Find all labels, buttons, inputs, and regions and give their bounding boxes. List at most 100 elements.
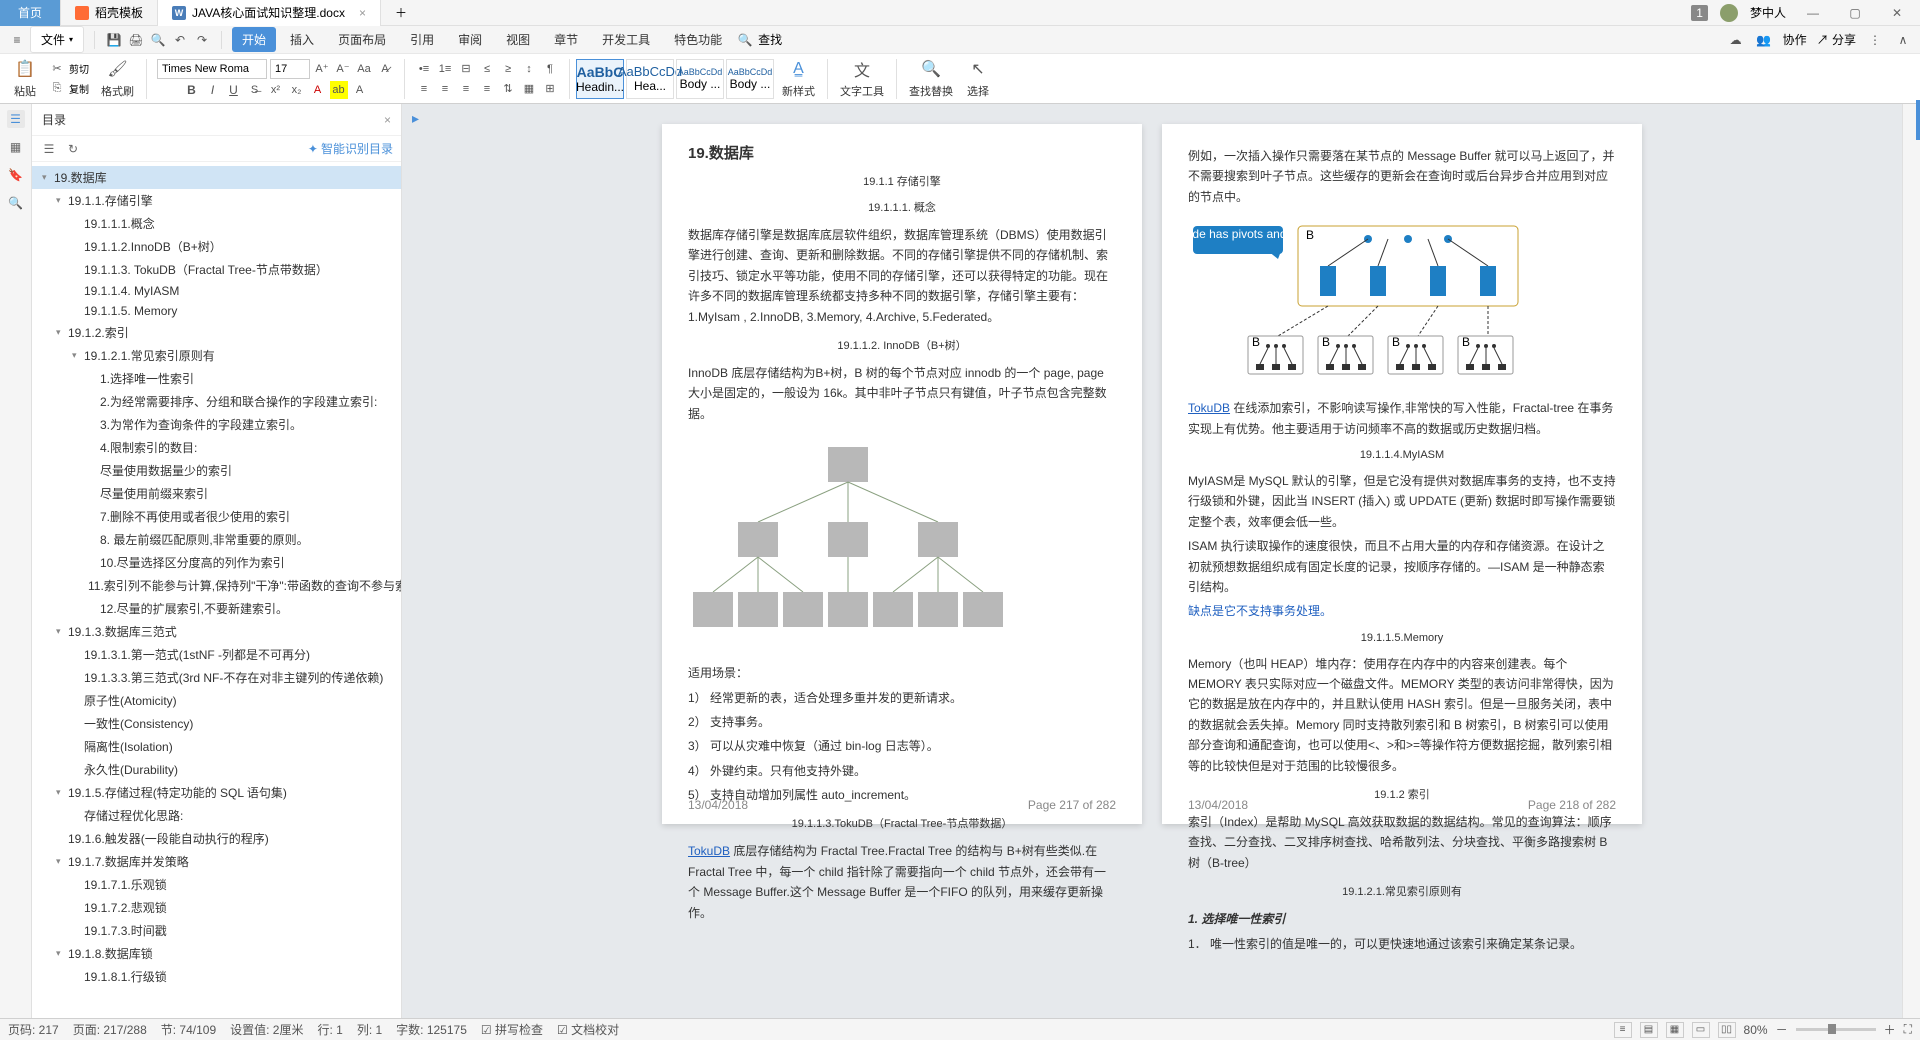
minimize-icon[interactable]: — <box>1798 3 1828 23</box>
toc-item[interactable]: 19.1.7.3.时间戳 <box>32 919 401 942</box>
tab-review[interactable]: 审阅 <box>448 27 492 52</box>
toc-item[interactable]: ▾19.1.8.数据库锁 <box>32 942 401 965</box>
toc-item[interactable]: 1.选择唯一性索引 <box>32 367 401 390</box>
tab-view[interactable]: 视图 <box>496 27 540 52</box>
view-twopages-icon[interactable]: ▯▯ <box>1718 1022 1736 1038</box>
smart-toc-button[interactable]: ✦ 智能识别目录 <box>308 140 393 157</box>
proof-button[interactable]: ☑ 文档校对 <box>557 1021 619 1038</box>
zoom-icon[interactable]: 🔍 <box>7 194 25 212</box>
file-menu[interactable]: 文件▾ <box>30 26 84 53</box>
tab-reference[interactable]: 引用 <box>400 27 444 52</box>
align-center-icon[interactable]: ≡ <box>436 80 454 98</box>
toc-item[interactable]: ▾19.1.5.存储过程(特定功能的 SQL 语句集) <box>32 781 401 804</box>
outline-icon[interactable]: ☰ <box>7 110 25 128</box>
select-button[interactable]: ↖选择 <box>961 57 995 101</box>
expand-icon[interactable]: ∧ <box>1894 31 1912 49</box>
find-replace-button[interactable]: 🔍查找替换 <box>903 57 959 101</box>
collab-label[interactable]: 协作 <box>1783 31 1807 48</box>
align-left-icon[interactable]: ≡ <box>415 80 433 98</box>
zoom-in-icon[interactable]: ＋ <box>1884 1021 1896 1038</box>
style-heading[interactable]: AaBbCHeadin... <box>576 59 624 99</box>
bold-icon[interactable]: B <box>183 81 201 99</box>
thumbnails-icon[interactable]: ▦ <box>7 138 25 156</box>
view-outline-icon[interactable]: ▤ <box>1640 1022 1658 1038</box>
char-shading-icon[interactable]: A <box>351 81 369 99</box>
collab-icon[interactable]: 👥 <box>1755 31 1773 49</box>
toc-item[interactable]: 19.1.1.1.概念 <box>32 212 401 235</box>
toc-item[interactable]: 3.为常作为查询条件的字段建立索引。 <box>32 413 401 436</box>
strike-icon[interactable]: S̶ <box>246 81 264 99</box>
superscript-icon[interactable]: x² <box>267 81 285 99</box>
toc-item[interactable]: 11.索引列不能参与计算,保持列"干净":带函数的查询不参与索... <box>32 574 401 597</box>
paste-button[interactable]: 📋粘贴 <box>8 57 42 101</box>
style-body2[interactable]: AaBbCcDdBody ... <box>726 59 774 99</box>
toc-close-icon[interactable]: × <box>384 113 391 127</box>
clear-format-icon[interactable]: A̷ <box>376 60 394 78</box>
zoom-slider[interactable] <box>1796 1028 1876 1031</box>
numbering-icon[interactable]: 1≡ <box>436 60 454 78</box>
borders-icon[interactable]: ⊞ <box>541 80 559 98</box>
redo-icon[interactable]: ↷ <box>193 31 211 49</box>
toc-item[interactable]: 19.1.7.2.悲观锁 <box>32 896 401 919</box>
toc-item[interactable]: ▾19.数据库 <box>32 166 401 189</box>
font-color-icon[interactable]: A <box>309 81 327 99</box>
toc-item[interactable]: 19.1.7.1.乐观锁 <box>32 873 401 896</box>
toc-item[interactable]: 永久性(Durability) <box>32 758 401 781</box>
document-area[interactable]: ▸ 19.数据库 19.1.1 存储引擎 19.1.1.1. 概念 数据库存储引… <box>402 104 1902 1018</box>
view-print-icon[interactable]: ≡ <box>1614 1022 1632 1038</box>
toc-item[interactable]: 4.限制索引的数目: <box>32 436 401 459</box>
font-name-input[interactable] <box>157 59 267 79</box>
toc-item[interactable]: ▾19.1.2.1.常见索引原则有 <box>32 344 401 367</box>
format-painter-button[interactable]: 🖌格式刷 <box>95 57 140 101</box>
search-icon[interactable]: 🔍 <box>736 31 754 49</box>
toc-item[interactable]: 19.1.3.1.第一范式(1stNF -列都是不可再分) <box>32 643 401 666</box>
hamburger-icon[interactable]: ≡ <box>8 31 26 49</box>
toc-item[interactable]: 尽量使用数据量少的索引 <box>32 459 401 482</box>
tab-section[interactable]: 章节 <box>544 27 588 52</box>
toc-item[interactable]: 19.1.6.触发器(一段能自动执行的程序) <box>32 827 401 850</box>
subscript-icon[interactable]: x₂ <box>288 81 306 99</box>
toc-item[interactable]: 隔离性(Isolation) <box>32 735 401 758</box>
view-read-icon[interactable]: ▭ <box>1692 1022 1710 1038</box>
bullets-icon[interactable]: •≡ <box>415 60 433 78</box>
toc-item[interactable]: ▾19.1.1.存储引擎 <box>32 189 401 212</box>
tab-home[interactable]: 首页 <box>0 0 61 26</box>
toc-item[interactable]: 7.删除不再使用或者很少使用的索引 <box>32 505 401 528</box>
cloud-icon[interactable]: ☁ <box>1727 31 1745 49</box>
spell-check-button[interactable]: ☑ 拼写检查 <box>481 1021 543 1038</box>
highlight-icon[interactable]: ab <box>330 81 348 99</box>
close-window-icon[interactable]: ✕ <box>1882 3 1912 23</box>
cut-button[interactable]: ✂ <box>48 60 66 78</box>
italic-icon[interactable]: I <box>204 81 222 99</box>
font-size-input[interactable] <box>270 59 310 79</box>
decrease-indent-icon[interactable]: ≤ <box>478 60 496 78</box>
change-case-icon[interactable]: Aa <box>355 60 373 78</box>
save-icon[interactable]: 💾 <box>105 31 123 49</box>
justify-icon[interactable]: ≡ <box>478 80 496 98</box>
toc-refresh-icon[interactable]: ↻ <box>64 140 82 158</box>
more-icon[interactable]: ⋮ <box>1866 31 1884 49</box>
text-tool-button[interactable]: 文文字工具 <box>834 57 890 101</box>
toc-item[interactable]: ▾19.1.2.索引 <box>32 321 401 344</box>
view-web-icon[interactable]: ▦ <box>1666 1022 1684 1038</box>
show-marks-icon[interactable]: ¶ <box>541 60 559 78</box>
preview-icon[interactable]: 🔍 <box>149 31 167 49</box>
toc-item[interactable]: 存储过程优化思路: <box>32 804 401 827</box>
toc-item[interactable]: 10.尽量选择区分度高的列作为索引 <box>32 551 401 574</box>
toc-list-icon[interactable]: ☰ <box>40 140 58 158</box>
tab-start[interactable]: 开始 <box>232 27 276 52</box>
bookmark-icon[interactable]: 🔖 <box>7 166 25 184</box>
scroll-indicator[interactable] <box>1916 100 1920 140</box>
toc-item[interactable]: 2.为经常需要排序、分组和联合操作的字段建立索引: <box>32 390 401 413</box>
tab-insert[interactable]: 插入 <box>280 27 324 52</box>
line-spacing-icon[interactable]: ⇅ <box>499 80 517 98</box>
style-hea[interactable]: AaBbCcDdHea... <box>626 59 674 99</box>
toc-item[interactable]: 尽量使用前缀来索引 <box>32 482 401 505</box>
toc-item[interactable]: 19.1.3.3.第三范式(3rd NF-不存在对非主键列的传递依赖) <box>32 666 401 689</box>
toc-item[interactable]: 19.1.1.2.InnoDB（B+树） <box>32 235 401 258</box>
toc-item[interactable]: 19.1.1.3. TokuDB（Fractal Tree-节点带数据） <box>32 258 401 281</box>
toc-item[interactable]: 一致性(Consistency) <box>32 712 401 735</box>
copy-button[interactable]: ⎘ <box>48 80 66 98</box>
toc-item[interactable]: 19.1.1.5. Memory <box>32 301 401 321</box>
grow-font-icon[interactable]: A⁺ <box>313 60 331 78</box>
